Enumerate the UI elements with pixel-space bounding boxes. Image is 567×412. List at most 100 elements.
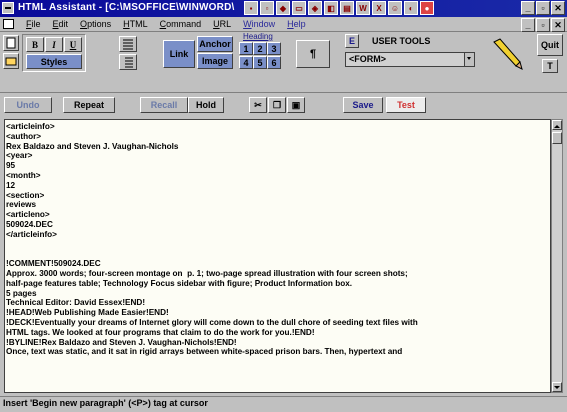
title-bar[interactable]: HTML Assistant - [C:\MSOFFICE\WINWORD\ ▪… [0,0,567,17]
new-file-icon[interactable] [3,35,19,51]
toolbar: B I U Styles Link Anchor Image Heading 1… [0,32,567,92]
tool-icon-12[interactable]: ● [420,1,434,15]
paragraph-button[interactable]: ¶ [296,40,330,68]
tool-icon-3[interactable]: ◆ [276,1,290,15]
tool-icon-8[interactable]: W [356,1,370,15]
heading-3-button[interactable]: 3 [267,42,281,55]
menu-items: File Edit Options HTML Command URL Windo… [20,18,312,30]
repeat-button[interactable]: Repeat [63,97,115,113]
editor-line: <month> [6,170,41,180]
t-button[interactable]: T [542,59,558,73]
open-file-icon[interactable] [3,53,19,69]
menu-url[interactable]: URL [207,18,237,30]
close-button[interactable]: ✕ [551,1,565,15]
menu-help[interactable]: Help [281,18,312,30]
test-button[interactable]: Test [386,97,426,113]
scroll-down-icon[interactable] [552,382,562,392]
editor-line: Technical Editor: David Essex!END! [6,298,146,308]
scroll-thumb[interactable] [552,132,562,144]
editor-line: !BYLINE!Rex Baldazo and Steven J. Vaugha… [6,337,237,347]
list-icon[interactable] [119,36,137,52]
bold-button[interactable]: B [26,37,44,52]
pencil-glyph [493,38,523,70]
menu-options[interactable]: Options [74,18,117,30]
new-file-glyph [6,37,16,49]
heading-4-button[interactable]: 4 [239,56,253,69]
editor-line: half-page features table; Technology Foc… [6,278,353,288]
chevron-down-icon[interactable] [464,53,474,66]
vertical-scrollbar[interactable] [551,119,563,393]
status-text: Insert 'Begin new paragraph' (<P>) tag a… [3,398,208,408]
pencil-icon[interactable] [490,38,524,70]
undo-button[interactable]: Undo [4,97,52,113]
anchor-button[interactable]: Anchor [197,36,233,52]
editor-line: 509024.DEC [6,219,53,229]
tool-icon-4[interactable]: ▭ [292,1,306,15]
tool-icon-6[interactable]: ◧ [324,1,338,15]
heading-5-button[interactable]: 5 [253,56,267,69]
document-icon[interactable] [3,19,14,29]
tool-icon-5[interactable]: ◈ [308,1,322,15]
paste-icon[interactable]: ▣ [287,97,305,113]
styles-button[interactable]: Styles [26,54,82,69]
cut-icon[interactable]: ✂ [249,97,267,113]
status-bar: Insert 'Begin new paragraph' (<P>) tag a… [0,396,567,412]
document-controls: _ ▫ ✕ [521,18,565,32]
image-button[interactable]: Image [197,53,233,69]
heading-2-button[interactable]: 2 [253,42,267,55]
html-assistant-window: HTML Assistant - [C:\MSOFFICE\WINWORD\ ▪… [0,0,567,412]
heading-1-button[interactable]: 1 [239,42,253,55]
user-tools-icon[interactable]: E [345,34,359,48]
numbered-list-icon[interactable] [119,54,137,70]
menu-file[interactable]: File [20,18,47,30]
tool-icon-10[interactable]: ☺ [388,1,402,15]
tool-icon-9[interactable]: X [372,1,386,15]
underline-button[interactable]: U [64,37,82,52]
editor-line: 12 [6,180,16,190]
editor-line: !HEAD!Web Publishing Made Easier!END! [6,308,169,318]
menu-command[interactable]: Command [154,18,208,30]
save-button[interactable]: Save [343,97,383,113]
numbered-list-glyph [125,57,133,68]
recall-button[interactable]: Recall [140,97,188,113]
editor-line: <year> [6,151,33,161]
link-button[interactable]: Link [163,40,195,68]
doc-maximize-button[interactable]: ▫ [536,18,550,32]
heading-6-button[interactable]: 6 [267,56,281,69]
hold-button[interactable]: Hold [188,97,224,113]
tag-select[interactable]: <FORM> [345,52,475,67]
menu-bar: File Edit Options HTML Command URL Windo… [0,17,567,32]
editor-line: Once, text was static, and it sat in rig… [6,347,403,357]
tool-icon-1[interactable]: ▪ [244,1,258,15]
menu-window[interactable]: Window [237,18,281,30]
tool-icon-2[interactable]: ▫ [260,1,274,15]
paste-glyph: ▣ [291,99,301,110]
editor-text-area[interactable]: <articleinfo> <author> Rex Baldazo and Ste… [4,119,551,393]
menu-edit[interactable]: Edit [47,18,75,30]
editor-line: </articleinfo> [6,229,57,239]
doc-minimize-button[interactable]: _ [521,18,535,32]
menu-html[interactable]: HTML [117,18,154,30]
editor-line: <author> [6,131,42,141]
scissors-glyph: ✂ [254,99,262,110]
tool-icon-7[interactable]: ▤ [340,1,354,15]
action-row: Undo Repeat Recall Hold ✂ ❐ ▣ Save Test [0,92,567,117]
window-title: HTML Assistant - [C:\MSOFFICE\WINWORD\ [18,2,235,13]
editor-line: Rex Baldazo and Steven J. Vaughan-Nichol… [6,141,179,151]
tool-icon-11[interactable]: ◐ [404,1,418,15]
system-menu-icon[interactable] [2,2,14,14]
copy-icon[interactable]: ❐ [268,97,286,113]
scroll-up-icon[interactable] [552,120,562,130]
tag-select-value: <FORM> [349,54,387,64]
editor-line: !COMMENT!509024.DEC [6,259,101,269]
editor-line: Approx. 3000 words; four-screen montage … [6,268,408,278]
style-buttons-group: B I U Styles [22,34,86,72]
italic-button[interactable]: I [45,37,63,52]
user-tools-label: USER TOOLS [372,36,431,46]
editor-lines: <articleinfo> <author> Rex Baldazo and Ste… [6,122,546,357]
maximize-button[interactable]: ▫ [536,1,550,15]
doc-close-button[interactable]: ✕ [551,18,565,32]
quit-button[interactable]: Quit [537,34,563,56]
minimize-button[interactable]: _ [521,1,535,15]
